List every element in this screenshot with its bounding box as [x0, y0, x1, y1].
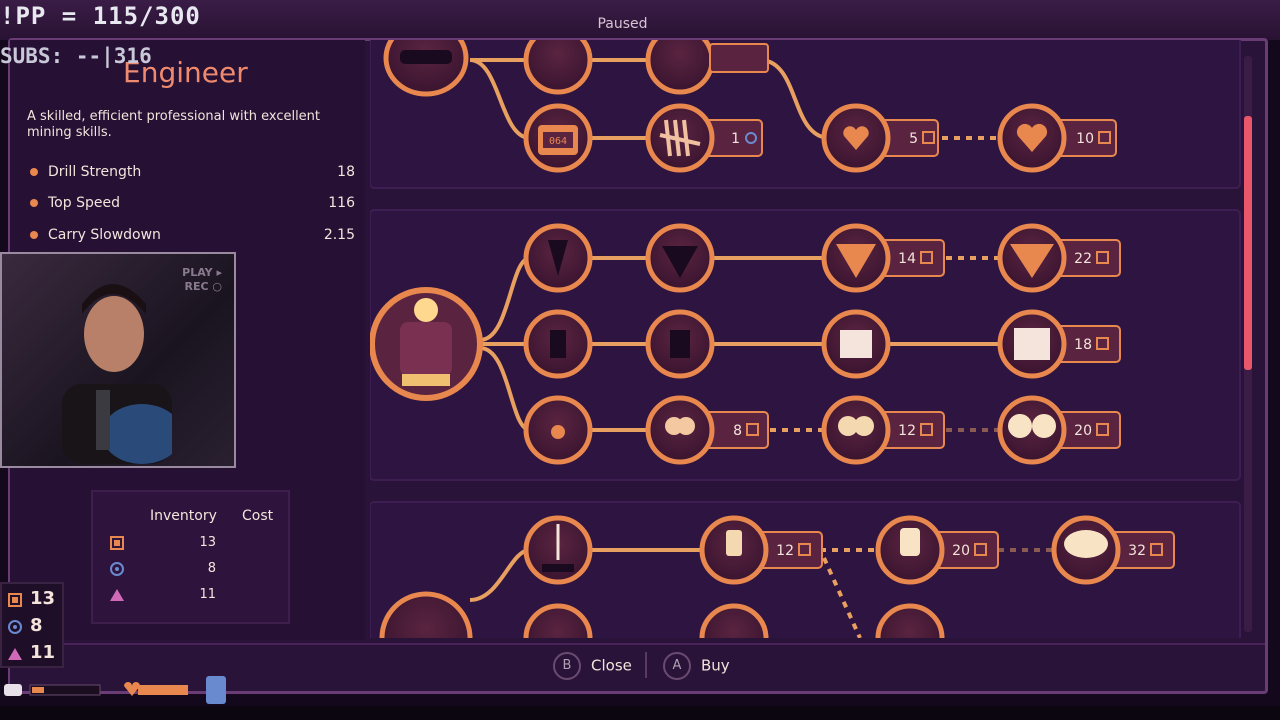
node-engineer-core[interactable]	[370, 287, 483, 401]
price-label: 22	[1074, 251, 1092, 267]
cobalt-triangle-icon	[110, 589, 124, 601]
heart-icon	[124, 682, 140, 696]
health-bar	[138, 685, 188, 695]
counter-text: 064	[549, 136, 567, 147]
node-drill-2[interactable]	[645, 223, 715, 293]
resource-count: 8	[30, 615, 43, 636]
resource-count: 13	[30, 588, 56, 609]
stat-value: 2.15	[323, 227, 355, 243]
inventory-count: 11	[199, 587, 216, 602]
stat-label: Carry Slowdown	[48, 227, 161, 243]
cam-badge: PLAY ▸ REC ○	[182, 266, 222, 294]
water-orb-icon	[110, 562, 124, 576]
node-speed-1[interactable]	[523, 309, 593, 379]
close-label: Close	[591, 656, 632, 675]
price-label: 20	[952, 543, 970, 559]
buy-label: Buy	[701, 656, 730, 675]
cam-badge-play: PLAY ▸	[182, 266, 222, 279]
stat-value: 116	[328, 195, 355, 211]
stat-carry-slowdown: Carry Slowdown 2.15	[30, 227, 355, 243]
price-label: 5	[909, 131, 918, 147]
class-description: A skilled, efficient professional with e…	[27, 109, 321, 140]
buy-button[interactable]: A Buy	[663, 652, 730, 680]
iron-cube-icon	[8, 593, 22, 607]
price-label: 12	[776, 543, 794, 559]
stat-label: Drill Strength	[48, 164, 142, 180]
water-orb-icon	[8, 620, 22, 634]
node-counter[interactable]: 064	[523, 103, 593, 173]
bullet-icon	[30, 231, 38, 239]
inventory-row: 11	[93, 586, 288, 606]
tree-scrollbar-thumb[interactable]	[1244, 116, 1252, 370]
resource-hud: 13 8 11	[0, 582, 64, 668]
inventory-cost-table: Inventory Cost 13 8 11	[91, 490, 290, 624]
stream-subs: SUBS: --|316	[0, 44, 152, 68]
action-separator	[645, 652, 647, 678]
cost-header: Cost	[242, 508, 274, 524]
node-top-0[interactable]	[383, 40, 469, 97]
node-drill-1[interactable]	[523, 223, 593, 293]
inventory-count: 8	[207, 561, 216, 576]
node-speed-3[interactable]	[821, 309, 891, 379]
price-label: 8	[733, 423, 742, 439]
bullet-icon	[30, 199, 38, 207]
inventory-count: 13	[199, 535, 216, 550]
streamer-webcam: PLAY ▸ REC ○	[0, 252, 236, 468]
inventory-header: Inventory	[150, 508, 217, 524]
status-hud	[4, 676, 226, 704]
screen-bottom-strip	[0, 706, 1280, 720]
price-label: 1	[731, 131, 740, 147]
price-label: 14	[898, 251, 916, 267]
node-top-1[interactable]	[523, 40, 593, 95]
node-speed-2[interactable]	[645, 309, 715, 379]
a-button-icon: A	[663, 652, 691, 680]
price-label: 12	[898, 423, 916, 439]
stream-counter: !PP = 115/300	[0, 2, 201, 30]
price-label: 18	[1074, 337, 1092, 353]
close-button[interactable]: B Close	[553, 652, 632, 680]
streamer-figure	[62, 284, 172, 464]
section-storage	[370, 40, 1241, 189]
stat-label: Top Speed	[48, 195, 120, 211]
shield-icon	[206, 676, 226, 704]
node-lamp-1[interactable]	[523, 515, 593, 585]
cobalt-triangle-icon	[8, 648, 22, 660]
node-carry-1[interactable]	[523, 395, 593, 465]
resource-count: 11	[30, 642, 56, 663]
bullet-icon	[30, 168, 38, 176]
inventory-row: 13	[93, 534, 288, 554]
iron-cube-icon	[110, 536, 124, 550]
upgrade-tree-graphics: 064 1 5 10 14 22 18 8 12 20 12 20 32	[370, 40, 1241, 638]
stat-top-speed: Top Speed 116	[30, 195, 355, 211]
price-label: 20	[1074, 423, 1092, 439]
upgrade-tree: 064 1 5 10 14 22 18 8 12 20 12 20 32	[370, 40, 1245, 638]
cam-badge-rec: REC ○	[184, 280, 223, 293]
inventory-row: 8	[93, 560, 288, 580]
stat-value: 18	[337, 164, 355, 180]
stat-drill-strength: Drill Strength 18	[30, 164, 355, 180]
price-label: 32	[1128, 543, 1146, 559]
keeper-icon	[4, 684, 22, 696]
price-label: 10	[1076, 131, 1094, 147]
b-button-icon: B	[553, 652, 581, 680]
